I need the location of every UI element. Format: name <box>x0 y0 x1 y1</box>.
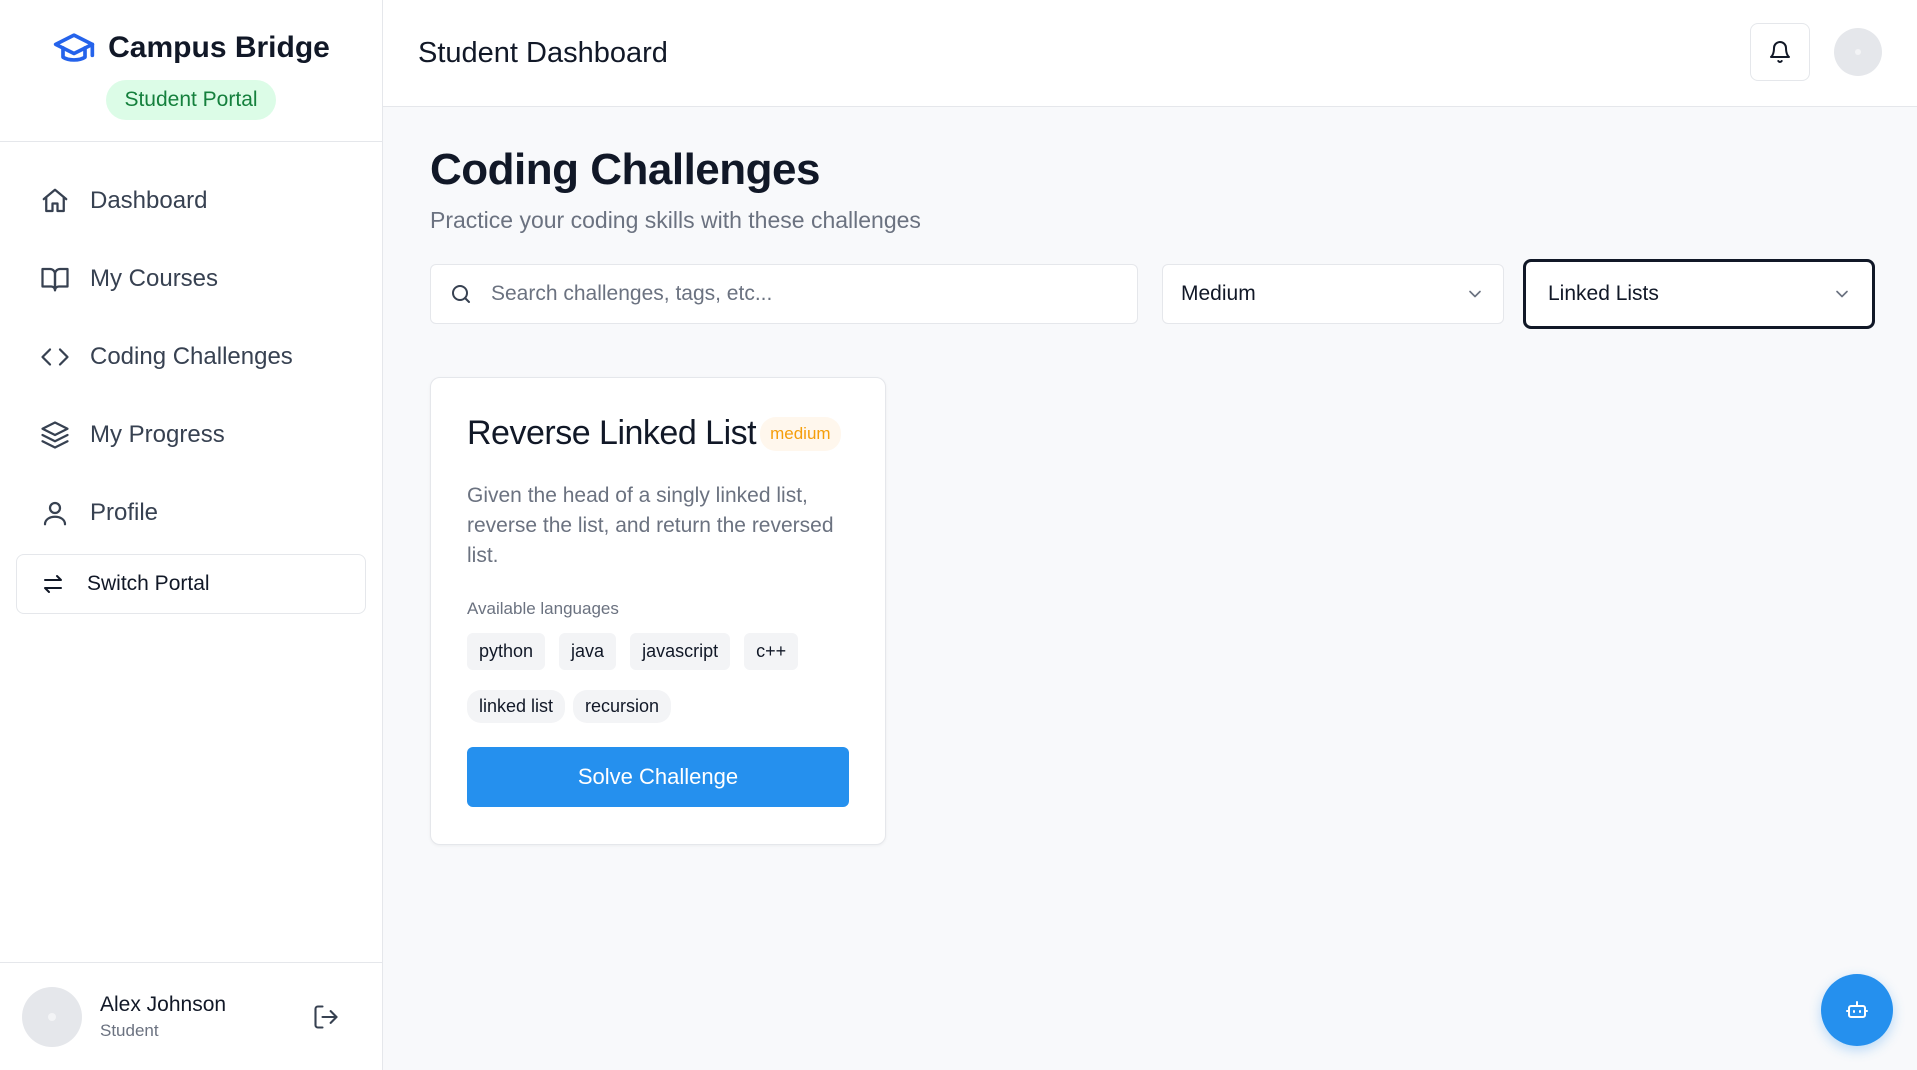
top-header: Student Dashboard <box>383 0 1917 107</box>
language-chips: python java javascript c++ <box>467 633 849 670</box>
sidebar-item-dashboard[interactable]: Dashboard <box>0 162 382 240</box>
chevron-down-icon <box>1836 290 1848 298</box>
tag-chip: recursion <box>573 690 672 723</box>
difficulty-select[interactable]: Medium <box>1162 264 1504 324</box>
logout-icon[interactable] <box>312 1003 340 1031</box>
search-box <box>430 264 1138 324</box>
brand-block: Campus Bridge Student Portal <box>0 0 382 142</box>
challenge-description: Given the head of a singly linked list, … <box>467 484 834 567</box>
code-icon <box>41 348 69 366</box>
sidebar: Campus Bridge Student Portal Dashboard M… <box>0 0 383 1070</box>
switch-portal-button[interactable]: Switch Portal <box>16 554 366 614</box>
tag-chip: linked list <box>467 690 566 723</box>
challenge-card: Reverse Linked List medium Given the hea… <box>430 377 886 845</box>
sidebar-nav: Dashboard My Courses Coding Challenges M… <box>0 142 382 614</box>
sidebar-item-label: Dashboard <box>90 187 208 214</box>
sidebar-item-label: Coding Challenges <box>90 343 293 370</box>
sidebar-item-profile[interactable]: Profile <box>0 474 382 552</box>
user-icon <box>43 501 67 526</box>
language-chip: python <box>467 633 546 670</box>
chevron-down-icon <box>1469 290 1481 298</box>
user-role: Student <box>100 1020 159 1040</box>
book-icon <box>41 267 69 292</box>
sidebar-item-coding-challenges[interactable]: Coding Challenges <box>0 318 382 396</box>
home-icon <box>42 188 68 213</box>
language-chip: c++ <box>744 633 799 670</box>
sidebar-item-label: My Courses <box>90 265 219 292</box>
layers-icon <box>41 421 69 449</box>
sidebar-item-my-progress[interactable]: My Progress <box>0 396 382 474</box>
difficulty-badge: medium <box>760 416 841 451</box>
switch-portal-label: Switch Portal <box>87 572 210 595</box>
user-name: Alex Johnson <box>100 992 227 1016</box>
languages-label: Available languages <box>467 599 619 618</box>
topic-select[interactable]: Linked Lists <box>1523 259 1875 329</box>
search-icon <box>452 285 470 303</box>
avatar[interactable] <box>22 986 82 1047</box>
sidebar-item-label: Profile <box>90 499 159 526</box>
header-title: Student Dashboard <box>418 36 668 69</box>
page-subtitle: Practice your coding skills with these c… <box>430 207 921 233</box>
user-info: Alex Johnson Student <box>100 993 312 1041</box>
solve-challenge-button[interactable]: Solve Challenge <box>467 747 849 807</box>
brand-logo[interactable]: Campus Bridge <box>52 26 330 70</box>
search-input[interactable] <box>491 282 1091 306</box>
challenge-title: Reverse Linked List <box>467 414 757 452</box>
main-content: Coding Challenges Practice your coding s… <box>430 107 1875 329</box>
graduation-cap-icon <box>53 33 95 62</box>
notifications-button[interactable] <box>1750 23 1810 81</box>
card-header: Reverse Linked List medium <box>467 414 849 453</box>
user-footer: Alex Johnson Student <box>0 962 382 1070</box>
page-title: Coding Challenges <box>430 145 820 194</box>
chatbot-button[interactable] <box>1821 974 1893 1046</box>
language-chip: javascript <box>630 633 731 670</box>
language-chip: java <box>559 633 617 670</box>
bell-icon <box>1770 41 1790 63</box>
portal-badge: Student Portal <box>106 80 276 120</box>
swap-arrows-icon <box>44 575 62 593</box>
brand-name: Campus Bridge <box>108 31 330 64</box>
difficulty-select-value: Medium <box>1181 282 1256 305</box>
tag-list: linked list recursion <box>467 690 849 723</box>
sidebar-item-my-courses[interactable]: My Courses <box>0 240 382 318</box>
sidebar-item-label: My Progress <box>90 421 225 448</box>
header-avatar[interactable] <box>1834 28 1882 76</box>
filter-bar: Medium Linked Lists <box>430 259 1875 329</box>
topic-select-value: Linked Lists <box>1548 282 1659 305</box>
bot-icon <box>1846 1001 1868 1018</box>
